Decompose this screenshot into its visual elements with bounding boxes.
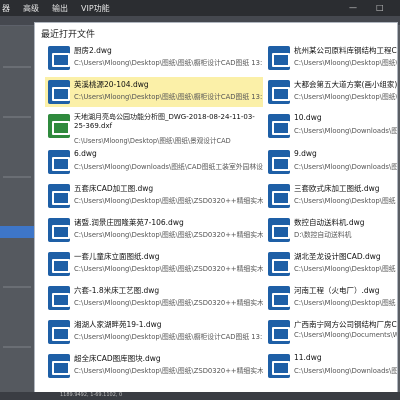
menu-item-vip[interactable]: VIP功能 xyxy=(81,3,110,14)
recent-file-item[interactable]: 河南工程（火电厂）.dwg C:\Users\Mloong\Desktop\图纸 xyxy=(265,283,397,313)
dwg-file-icon xyxy=(48,218,70,242)
recent-files-dialog: 最近打开文件 厨房2.dwg C:\Users\Mloong\Desktop\图… xyxy=(34,22,398,400)
recent-file-item[interactable]: 9.dwg C:\Users\Mloong\Downloads\图纸 xyxy=(265,147,397,177)
file-name: 六套-1.8米床工艺图.dwg xyxy=(74,286,160,295)
file-name: 9.dwg xyxy=(294,149,317,158)
recent-file-item[interactable]: 杭州某公司原料库钢结构工程CAD C:\Users\Mloong\Desktop… xyxy=(265,43,397,73)
file-name: 广西南宁网方公司钢结构厂房CAD xyxy=(294,320,397,329)
recent-file-item[interactable]: 大都会第五大道方案(画小组家) C:\Users\Mloong\Desktop\… xyxy=(265,77,397,107)
recent-file-item[interactable]: 广西南宁网方公司钢结构厂房CAD C:\Users\Mloong\Documen… xyxy=(265,317,397,347)
recent-file-item[interactable]: 诸暨.润景庄园隆莱苑7-106.dwg C:\Users\Mloong\Desk… xyxy=(45,215,263,245)
recent-file-item[interactable]: 湘湖人家湖畔苑19-1.dwg C:\Users\Mloong\Desktop\… xyxy=(45,317,263,347)
file-name: 河南工程（火电厂）.dwg xyxy=(294,286,380,295)
file-name: 湖北圣龙设计图CAD.dwg xyxy=(294,252,381,261)
dwg-file-icon xyxy=(268,320,290,344)
file-path: C:\Users\Mloong\Documents\WX xyxy=(294,331,397,339)
recent-file-item[interactable]: 湖北圣龙设计图CAD.dwg C:\Users\Mloong\Desktop\图… xyxy=(265,249,397,279)
file-path: C:\Users\Mloong\Desktop\图纸\图纸\橱柜设计CAD图纸 … xyxy=(74,59,263,67)
panel-divider xyxy=(3,346,31,348)
dwg-file-icon xyxy=(268,150,290,174)
recent-file-item[interactable]: 三套欧式床加工图纸.dwg C:\Users\Mloong\Desktop\图纸 xyxy=(265,181,397,211)
file-path: C:\Users\Mloong\Desktop\图纸\图纸\ZSD0320++精… xyxy=(74,367,263,375)
dwg-file-icon xyxy=(268,114,290,138)
file-name: 天地湖月亮岛公园功能分析图_DWG-2018-08-24-11-03-25-36… xyxy=(74,113,255,130)
dwg-file-icon xyxy=(268,80,290,104)
dwg-file-icon xyxy=(268,354,290,378)
dwg-file-icon xyxy=(48,150,70,174)
file-name: 大都会第五大道方案(画小组家) xyxy=(294,80,397,89)
left-panel xyxy=(0,26,34,400)
dwg-file-icon xyxy=(48,184,70,208)
dwg-file-icon xyxy=(268,252,290,276)
file-path: C:\Users\Mloong\Desktop\图纸\图纸\橱柜设计CAD图纸 … xyxy=(74,333,263,341)
file-path: C:\Users\Mloong\Desktop\图纸\图纸\ZSD0320++精… xyxy=(74,197,263,205)
panel-divider xyxy=(3,176,31,178)
recent-file-item[interactable]: 厨房2.dwg C:\Users\Mloong\Desktop\图纸\图纸\橱柜… xyxy=(45,43,263,73)
file-path: C:\Users\Mloong\Downloads\图纸 xyxy=(294,163,397,171)
recent-file-item[interactable]: 数控自动送料机.dwg D:\数控自动送料机 xyxy=(265,215,397,245)
recent-file-item[interactable]: 超全床CAD图库图块.dwg C:\Users\Mloong\Desktop\图… xyxy=(45,351,263,381)
file-path: D:\数控自动送料机 xyxy=(294,231,352,239)
file-path: C:\Users\Mloong\Desktop\图纸 xyxy=(294,197,396,205)
minimize-icon[interactable]: — xyxy=(349,3,357,12)
menu-item[interactable]: 器 xyxy=(2,3,10,14)
file-name: 数控自动送料机.dwg xyxy=(294,218,365,227)
status-bar: 1189.9492, 1-69.1102, 0 xyxy=(0,392,400,400)
file-path: C:\Users\Mloong\Desktop\图纸\图纸\景观设计CAD xyxy=(74,137,231,145)
dwg-file-icon xyxy=(268,46,290,70)
recent-file-item-selected[interactable]: 英溪桃源20-104.dwg C:\Users\Mloong\Desktop\图… xyxy=(45,77,263,107)
menu-bar: 器 高级 输出 VIP功能 — □ ✕ xyxy=(0,0,400,16)
file-path: C:\Users\Mloong\Desktop\图纸\图纸\ZSD0320++精… xyxy=(74,231,263,239)
panel-divider xyxy=(3,116,31,118)
recent-file-item[interactable]: 一套儿童床立面图纸.dwg C:\Users\Mloong\Desktop\图纸… xyxy=(45,249,263,279)
maximize-icon[interactable]: □ xyxy=(376,3,384,12)
menu-item-output[interactable]: 输出 xyxy=(52,3,68,14)
dialog-title: 最近打开文件 xyxy=(41,30,96,40)
dwg-file-icon xyxy=(48,286,70,310)
file-name: 11.dwg xyxy=(294,353,322,362)
panel-divider xyxy=(3,286,31,288)
panel-divider xyxy=(3,66,31,68)
window-controls: — □ ✕ xyxy=(349,3,400,12)
file-name: 三套欧式床加工图纸.dwg xyxy=(294,184,380,193)
file-path: C:\Users\Mloong\Desktop\图纸\杭州 xyxy=(294,59,397,67)
file-path: C:\Users\Mloong\Desktop\图纸\图纸\ZSD0320++精… xyxy=(74,265,263,273)
panel-selected-item[interactable] xyxy=(0,226,34,238)
recent-file-item[interactable]: 11.dwg C:\Users\Mloong\Downloads\图纸 xyxy=(265,351,397,381)
file-path: C:\Users\Mloong\Desktop\图纸\图纸\ZSD0320++精… xyxy=(74,299,263,307)
recent-file-item[interactable]: 天地湖月亮岛公园功能分析图_DWG-2018-08-24-11-03-25-36… xyxy=(45,111,263,145)
dwg-file-icon xyxy=(48,354,70,378)
file-path: C:\Users\Mloong\Downloads\图纸 xyxy=(294,127,397,135)
recent-file-item[interactable]: 五套床CAD加工图.dwg C:\Users\Mloong\Desktop\图纸… xyxy=(45,181,263,211)
file-path: C:\Users\Mloong\Desktop\图纸 xyxy=(294,265,396,273)
dwg-file-icon xyxy=(48,252,70,276)
file-name: 厨房2.dwg xyxy=(74,46,112,55)
file-name: 杭州某公司原料库钢结构工程CAD xyxy=(294,46,397,55)
file-name: 超全床CAD图库图块.dwg xyxy=(74,354,161,363)
file-path: C:\Users\Mloong\Desktop\图纸\图纸 xyxy=(294,93,397,101)
dxf-file-icon xyxy=(48,114,70,138)
file-name: 五套床CAD加工图.dwg xyxy=(74,184,154,193)
file-name: 6.dwg xyxy=(74,149,97,158)
dwg-file-icon xyxy=(268,286,290,310)
recent-file-item[interactable]: 六套-1.8米床工艺图.dwg C:\Users\Mloong\Desktop\… xyxy=(45,283,263,313)
dwg-file-icon xyxy=(48,46,70,70)
recent-file-item[interactable]: 6.dwg C:\Users\Mloong\Downloads\图纸\CAD图纸… xyxy=(45,147,263,177)
dwg-file-icon xyxy=(48,320,70,344)
file-path: C:\Users\Mloong\Downloads\图纸 xyxy=(294,367,397,375)
dwg-file-icon xyxy=(48,80,70,104)
dwg-file-icon xyxy=(268,218,290,242)
dwg-file-icon xyxy=(268,184,290,208)
file-name: 英溪桃源20-104.dwg xyxy=(74,80,149,89)
file-path: C:\Users\Mloong\Downloads\图纸\CAD图纸工装室外园林… xyxy=(74,163,263,171)
file-path: C:\Users\Mloong\Desktop\图纸\图纸\橱柜设计CAD图纸 … xyxy=(74,93,263,101)
menu-item-advanced[interactable]: 高级 xyxy=(23,3,39,14)
coordinate-readout: 1189.9492, 1-69.1102, 0 xyxy=(60,392,123,398)
file-path: C:\Users\Mloong\Desktop\图纸 xyxy=(294,299,396,307)
file-name: 一套儿童床立面图纸.dwg xyxy=(74,252,160,261)
file-name: 湘湖人家湖畔苑19-1.dwg xyxy=(74,320,162,329)
file-name: 诸暨.润景庄园隆莱苑7-106.dwg xyxy=(74,218,184,227)
file-name: 10.dwg xyxy=(294,113,322,122)
recent-file-item[interactable]: 10.dwg C:\Users\Mloong\Downloads\图纸 xyxy=(265,111,397,141)
